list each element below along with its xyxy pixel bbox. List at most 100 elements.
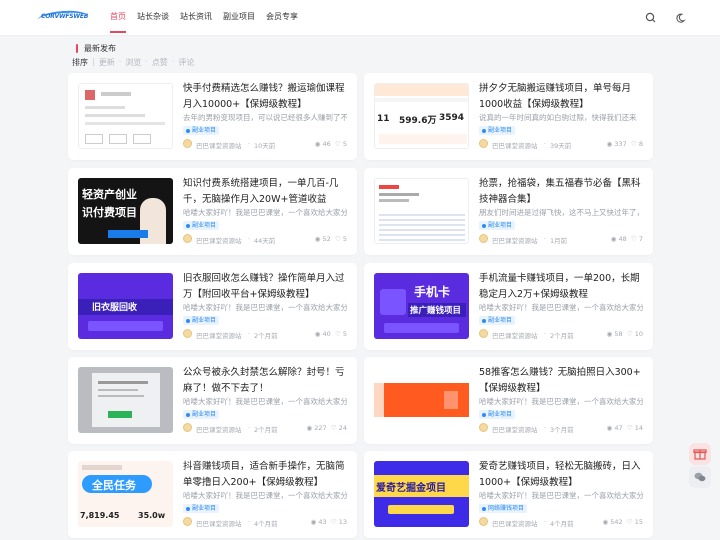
post-category-tag[interactable]: 副业项目	[479, 221, 516, 230]
post-likes: 14	[634, 424, 643, 432]
nav-item-webmaster-news[interactable]: 站长资讯	[180, 0, 212, 36]
nav-item-side-projects[interactable]: 副业项目	[223, 0, 255, 36]
post-thumbnail[interactable]	[374, 367, 469, 433]
author-avatar[interactable]	[479, 139, 488, 148]
tag-dot-icon	[482, 412, 486, 417]
post-thumbnail[interactable]: 11 599.6万 3594	[374, 83, 469, 149]
author-avatar[interactable]	[183, 517, 192, 526]
post-title[interactable]: 公众号被永久封禁怎么解除？封号！亏麻了！做不下去了！	[183, 365, 347, 397]
post-thumbnail[interactable]	[374, 178, 469, 244]
post-card[interactable]: 11 599.6万 3594 拼夕夕无脑搬运赚钱项目，单号每月1000收益【保姆…	[364, 73, 653, 160]
post-excerpt: 哈喽大家好吖！我是巴巴课堂，一个喜欢给大家分	[183, 303, 347, 312]
post-author[interactable]: 巴巴课堂资源站	[492, 424, 538, 434]
post-meta: 巴巴课堂资源站 · 4个月前 ◉ 542 ♡ 15	[479, 517, 643, 528]
post-title[interactable]: 爱奇艺赚钱项目，轻松无脑搬砖，日入1000+【保姆级教程】	[479, 459, 643, 491]
post-thumbnail[interactable]	[78, 367, 173, 433]
post-likes: 5	[342, 330, 347, 338]
author-avatar[interactable]	[183, 139, 192, 148]
sort-by-updated[interactable]: 更新	[99, 57, 115, 68]
nav-item-vip[interactable]: 会员专享	[266, 0, 298, 36]
post-category-tag[interactable]: 副业项目	[183, 504, 220, 513]
post-card[interactable]: 公众号被永久封禁怎么解除？封号！亏麻了！做不下去了！ 哈喽大家好吖！我是巴巴课堂…	[68, 357, 357, 444]
post-author[interactable]: 巴巴课堂资源站	[196, 424, 242, 434]
post-views: 43	[318, 518, 327, 526]
likes-icon: ♡	[626, 424, 633, 432]
post-likes: 24	[338, 424, 347, 432]
dark-mode-icon[interactable]	[672, 10, 688, 26]
post-likes: 5	[342, 235, 347, 243]
post-meta: 巴巴课堂资源站 · 2个月前 ◉ 40 ♡ 5	[183, 329, 347, 340]
post-meta: 巴巴课堂资源站 · 39天前 ◉ 337 ♡ 8	[479, 139, 643, 150]
post-card[interactable]: 手机卡 推广赚钱项目 手机流量卡赚钱项目，一单200，长期稳定月入2万+保姆级教…	[364, 263, 653, 350]
sort-by-views[interactable]: 浏览	[125, 57, 141, 68]
post-card[interactable]: 轻资产创业 识付费项目 知识付费系统搭建项目，一单几百-几千，无脑操作月入20W…	[68, 168, 357, 255]
post-category-tag[interactable]: 副业项目	[479, 316, 516, 325]
post-meta: 巴巴课堂资源站 · 1月前 ◉ 48 ♡ 7	[479, 234, 643, 245]
post-card[interactable]: 快手付费精选怎么赚钱？搬运瑜伽课程月入10000+【保姆级教程】 去年的男粉变现…	[68, 73, 357, 160]
author-avatar[interactable]	[479, 329, 488, 338]
gift-button[interactable]	[689, 443, 711, 465]
post-thumbnail[interactable]	[78, 83, 173, 149]
post-card[interactable]: 爱奇艺掘金项目 爱奇艺赚钱项目，轻松无脑搬砖，日入1000+【保姆级教程】 哈喽…	[364, 451, 653, 538]
sort-label: 排序	[72, 58, 88, 67]
post-excerpt: 哈喽大家好吖！我是巴巴课堂，一个喜欢给大家分	[183, 397, 347, 406]
post-card[interactable]: 抢票，抢福袋，集五福春节必备【黑科技神器合集】 朋友们时间进是过得飞快，这不马上…	[364, 168, 653, 255]
author-avatar[interactable]	[479, 234, 488, 243]
post-author[interactable]: 巴巴课堂资源站	[196, 518, 242, 528]
post-author[interactable]: 巴巴课堂资源站	[196, 140, 242, 150]
section-accent-bar	[76, 44, 78, 53]
sort-by-likes[interactable]: 点赞	[152, 57, 168, 68]
post-likes: 13	[338, 518, 347, 526]
post-thumbnail[interactable]: 爱奇艺掘金项目	[374, 461, 469, 527]
post-thumbnail[interactable]: 手机卡 推广赚钱项目	[374, 273, 469, 339]
post-excerpt: 哈喽大家好吖！我是巴巴课堂，一个喜欢给大家分	[183, 491, 347, 500]
post-author[interactable]: 巴巴课堂资源站	[492, 330, 538, 340]
post-thumbnail[interactable]: 旧衣服回收	[78, 273, 173, 339]
post-author[interactable]: 巴巴课堂资源站	[196, 330, 242, 340]
post-title[interactable]: 旧衣服回收怎么赚钱？操作简单月入过万【附回收平台+保姆级教程】	[183, 271, 347, 303]
post-category-tag[interactable]: 副业项目	[183, 126, 220, 135]
post-author[interactable]: 巴巴课堂资源站	[492, 140, 538, 150]
post-likes: 5	[342, 140, 347, 148]
wechat-button[interactable]	[689, 466, 711, 488]
views-icon: ◉	[606, 140, 613, 148]
post-stats: ◉ 48 ♡ 7	[611, 235, 643, 243]
post-title[interactable]: 拼夕夕无脑搬运赚钱项目，单号每月1000收益【保姆级教程】	[479, 81, 643, 113]
post-meta: 巴巴课堂资源站 · 3个月前 ◉ 47 ♡ 14	[479, 423, 643, 434]
post-thumbnail[interactable]: 轻资产创业 识付费项目	[78, 178, 173, 244]
post-title[interactable]: 58推客怎么赚钱？无脑拍照日入300+【保姆级教程】	[479, 365, 643, 397]
post-category-tag[interactable]: 副业项目	[183, 316, 220, 325]
author-avatar[interactable]	[479, 517, 488, 526]
post-card[interactable]: 旧衣服回收 旧衣服回收怎么赚钱？操作简单月入过万【附回收平台+保姆级教程】 哈喽…	[68, 263, 357, 350]
post-time: 3个月前	[550, 426, 574, 434]
post-card[interactable]: 全民任务 7,819.45 35.0w 抖音赚钱项目，适合新手操作，无脑简单零撸…	[68, 451, 357, 538]
tag-dot-icon	[482, 318, 486, 323]
post-author[interactable]: 巴巴课堂资源站	[492, 235, 538, 245]
post-views: 542	[610, 518, 623, 526]
site-logo[interactable]: CORVWFSWEB	[37, 9, 89, 27]
post-stats: ◉ 337 ♡ 8	[607, 140, 643, 148]
author-avatar[interactable]	[183, 329, 192, 338]
post-category-tag[interactable]: 副业项目	[479, 410, 516, 419]
post-thumbnail[interactable]: 全民任务 7,819.45 35.0w	[78, 461, 173, 527]
post-category-tag[interactable]: 副业项目	[479, 126, 516, 135]
author-avatar[interactable]	[183, 423, 192, 432]
post-category-tag[interactable]: 副业项目	[183, 221, 220, 230]
post-card[interactable]: 58推客怎么赚钱？无脑拍照日入300+【保姆级教程】 哈喽大家好吖！我是巴巴课堂…	[364, 357, 653, 444]
post-category-tag[interactable]: 网络赚钱项目	[479, 504, 528, 513]
post-title[interactable]: 快手付费精选怎么赚钱？搬运瑜伽课程月入10000+【保姆级教程】	[183, 81, 347, 113]
search-icon[interactable]	[643, 10, 659, 26]
post-author[interactable]: 巴巴课堂资源站	[492, 518, 538, 528]
gift-icon	[693, 449, 707, 460]
nav-item-webmaster-talk[interactable]: 站长杂谈	[137, 0, 169, 36]
post-title[interactable]: 抖音赚钱项目，适合新手操作，无脑简单零撸日入200+【保姆级教程】	[183, 459, 347, 491]
post-title[interactable]: 手机流量卡赚钱项目，一单200，长期稳定月入2万+保姆级教程	[479, 271, 643, 303]
author-avatar[interactable]	[479, 423, 488, 432]
author-avatar[interactable]	[183, 234, 192, 243]
post-title[interactable]: 抢票，抢福袋，集五福春节必备【黑科技神器合集】	[479, 176, 643, 208]
nav-item-home[interactable]: 首页	[110, 0, 126, 33]
sort-by-comments[interactable]: 评论	[178, 57, 194, 68]
post-category-tag[interactable]: 副业项目	[183, 410, 220, 419]
post-title[interactable]: 知识付费系统搭建项目，一单几百-几千，无脑操作月入20W+管道收益	[183, 176, 347, 208]
post-author[interactable]: 巴巴课堂资源站	[196, 235, 242, 245]
